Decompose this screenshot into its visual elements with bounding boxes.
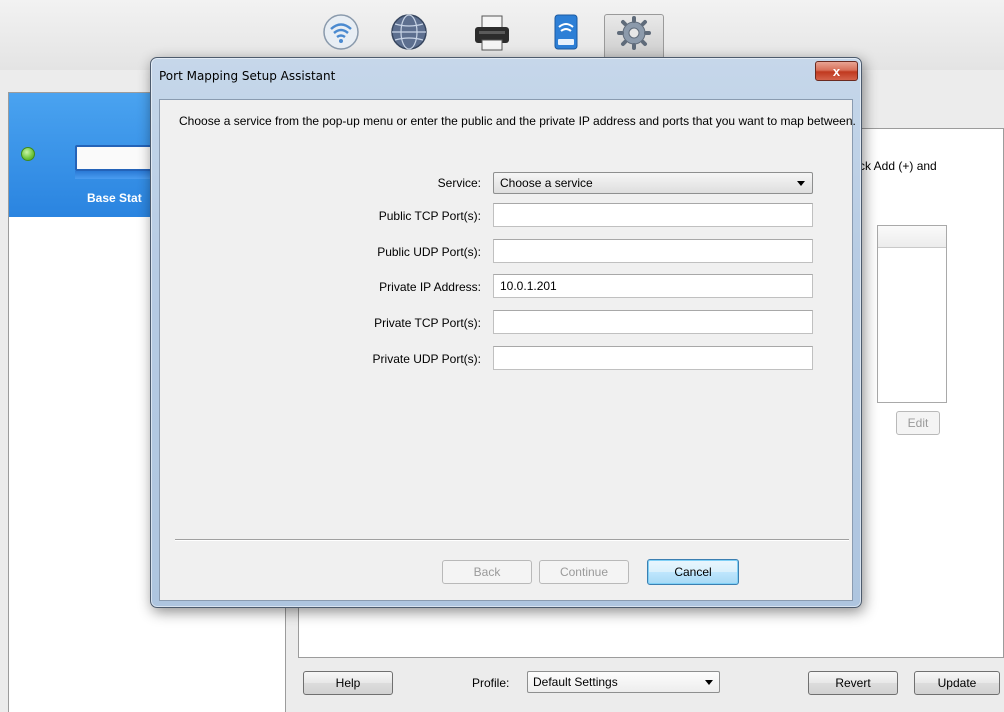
public-udp-label: Public UDP Port(s): [377, 245, 481, 259]
profile-select-value: Default Settings [533, 675, 618, 689]
port-mapping-dialog: Port Mapping Setup Assistant x Choose a … [150, 57, 862, 608]
service-select[interactable]: Choose a service [493, 172, 813, 194]
disk-icon [554, 14, 578, 50]
gear-icon [617, 16, 651, 50]
private-udp-field[interactable] [493, 346, 813, 370]
chevron-down-icon [797, 181, 805, 186]
public-udp-field[interactable] [493, 239, 813, 263]
list-header [878, 226, 946, 248]
private-ip-label: Private IP Address: [379, 280, 481, 294]
profile-label: Profile: [472, 676, 510, 690]
port-mapping-list[interactable] [877, 225, 947, 403]
help-button[interactable]: Help [303, 671, 393, 695]
printer-icon [475, 15, 509, 51]
base-station-icon [75, 145, 159, 171]
close-button[interactable]: x [815, 61, 858, 81]
panel-instruction: ck Add (+) and [859, 159, 937, 173]
dialog-title: Port Mapping Setup Assistant [159, 69, 336, 83]
dialog-separator [175, 539, 849, 541]
service-label: Service: [437, 176, 481, 190]
internet-tab[interactable] [379, 12, 439, 56]
cancel-button[interactable]: Cancel [647, 559, 739, 585]
close-icon: x [832, 63, 841, 79]
base-station-reflection [75, 171, 159, 179]
revert-button[interactable]: Revert [808, 671, 898, 695]
globe-icon [391, 14, 427, 50]
private-tcp-label: Private TCP Port(s): [374, 316, 481, 330]
wifi-icon [323, 14, 359, 50]
chevron-down-icon [705, 680, 713, 685]
continue-button[interactable]: Continue [539, 560, 629, 584]
service-select-value: Choose a service [500, 176, 593, 190]
update-button[interactable]: Update [914, 671, 1000, 695]
status-indicator-icon [21, 147, 35, 161]
private-udp-label: Private UDP Port(s): [372, 352, 481, 366]
disks-tab[interactable] [536, 12, 596, 56]
wireless-tab[interactable] [311, 12, 371, 56]
dialog-description: Choose a service from the pop-up menu or… [179, 114, 856, 128]
public-tcp-field[interactable] [493, 203, 813, 227]
back-button[interactable]: Back [442, 560, 532, 584]
private-ip-field[interactable]: 10.0.1.201 [493, 274, 813, 298]
profile-select[interactable]: Default Settings [527, 671, 720, 693]
printers-tab[interactable] [462, 12, 522, 56]
public-tcp-label: Public TCP Port(s): [378, 209, 481, 223]
edit-button[interactable]: Edit [896, 411, 940, 435]
private-tcp-field[interactable] [493, 310, 813, 334]
